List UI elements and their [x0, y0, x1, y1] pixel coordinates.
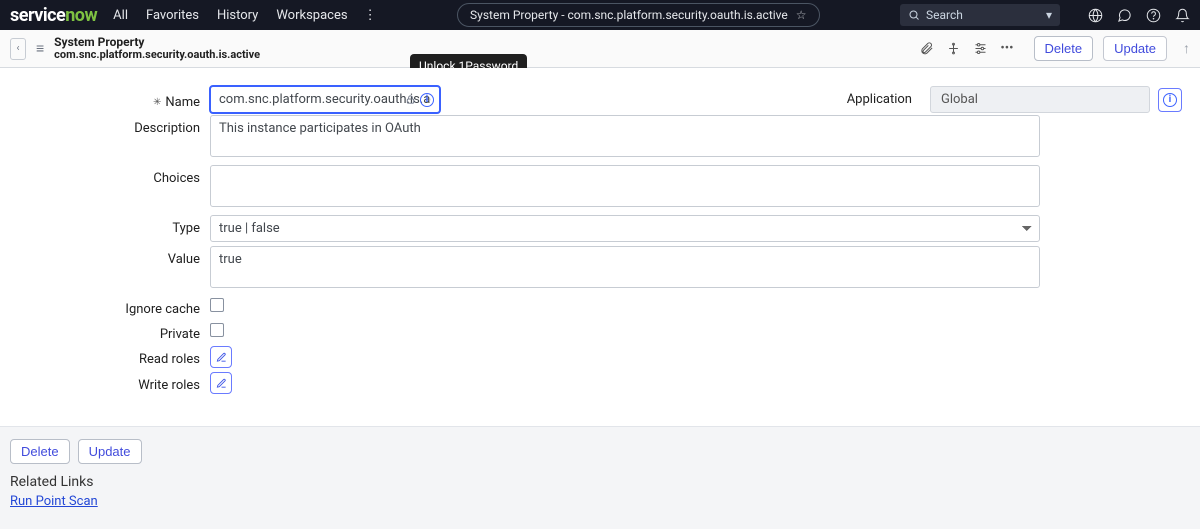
- logo: servicenow: [10, 5, 97, 26]
- activity-icon[interactable]: [946, 41, 961, 56]
- read-roles-label: Read roles: [0, 346, 210, 367]
- record-pill[interactable]: System Property - com.snc.platform.secur…: [457, 3, 820, 27]
- ignore-cache-label: Ignore cache: [0, 296, 210, 317]
- description-textarea[interactable]: This instance participates in OAuth: [210, 115, 1040, 157]
- private-checkbox[interactable]: [210, 323, 224, 337]
- lock-icon[interactable]: [405, 94, 416, 105]
- application-info-button[interactable]: i: [1158, 88, 1182, 112]
- top-nav: servicenow All Favorites History Workspa…: [0, 0, 1200, 30]
- application-label: Application: [847, 92, 912, 107]
- write-roles-label: Write roles: [0, 372, 210, 393]
- nav-all[interactable]: All: [113, 8, 128, 23]
- update-button-bottom[interactable]: Update: [78, 439, 142, 464]
- attachment-icon[interactable]: [919, 41, 934, 56]
- search-placeholder: Search: [926, 8, 963, 22]
- choices-textarea[interactable]: [210, 165, 1040, 207]
- ignore-cache-checkbox[interactable]: [210, 298, 224, 312]
- choices-label: Choices: [0, 165, 210, 186]
- form-body: Name i Application Global i Description …: [0, 68, 1200, 426]
- nav-history[interactable]: History: [217, 8, 258, 23]
- run-point-scan-link[interactable]: Run Point Scan: [10, 494, 98, 509]
- type-select[interactable]: true | false: [210, 215, 1040, 242]
- globe-icon[interactable]: [1088, 8, 1103, 23]
- global-search[interactable]: Search ▾: [900, 4, 1060, 26]
- update-button[interactable]: Update: [1103, 36, 1167, 61]
- back-handle[interactable]: ‹: [10, 38, 26, 60]
- description-label: Description: [0, 115, 210, 136]
- settings-sliders-icon[interactable]: [973, 41, 988, 56]
- application-field: Global: [930, 86, 1150, 113]
- more-actions-icon[interactable]: •••: [1000, 41, 1013, 56]
- topnav-utility-icons: [1088, 8, 1190, 23]
- form-header-title-line2: com.snc.platform.security.oauth.is.activ…: [54, 49, 260, 61]
- chat-icon[interactable]: [1117, 8, 1132, 23]
- form-bottom-bar: Delete Update Related Links Run Point Sc…: [0, 426, 1200, 529]
- hamburger-icon[interactable]: ≡: [36, 40, 44, 57]
- private-label: Private: [0, 321, 210, 342]
- value-textarea[interactable]: true: [210, 246, 1040, 288]
- nav-more-icon[interactable]: ⋮: [364, 8, 377, 23]
- nav-workspaces[interactable]: Workspaces: [276, 8, 347, 23]
- nav-favorites[interactable]: Favorites: [146, 8, 199, 23]
- search-caret-icon[interactable]: ▾: [1046, 8, 1052, 22]
- form-header-actions: •••: [919, 41, 1013, 56]
- read-roles-edit-button[interactable]: [210, 346, 232, 368]
- nav-links: All Favorites History Workspaces: [113, 8, 347, 23]
- name-label: Name: [0, 89, 210, 110]
- value-label: Value: [0, 246, 210, 267]
- info-icon[interactable]: i: [420, 93, 434, 107]
- form-header-bar: ‹ ≡ System Property com.snc.platform.sec…: [0, 30, 1200, 68]
- type-label: Type: [0, 215, 210, 236]
- write-roles-edit-button[interactable]: [210, 372, 232, 394]
- related-links-heading: Related Links: [10, 474, 1190, 490]
- star-icon[interactable]: ☆: [796, 8, 807, 22]
- record-pill-text: System Property - com.snc.platform.secur…: [470, 8, 788, 22]
- delete-button[interactable]: Delete: [1034, 36, 1094, 61]
- bell-icon[interactable]: [1175, 8, 1190, 23]
- search-icon: [908, 9, 920, 21]
- delete-button-bottom[interactable]: Delete: [10, 439, 70, 464]
- scroll-top-icon[interactable]: ↑: [1183, 40, 1190, 57]
- form-header-title: System Property com.snc.platform.securit…: [54, 36, 260, 61]
- help-icon[interactable]: [1146, 8, 1161, 23]
